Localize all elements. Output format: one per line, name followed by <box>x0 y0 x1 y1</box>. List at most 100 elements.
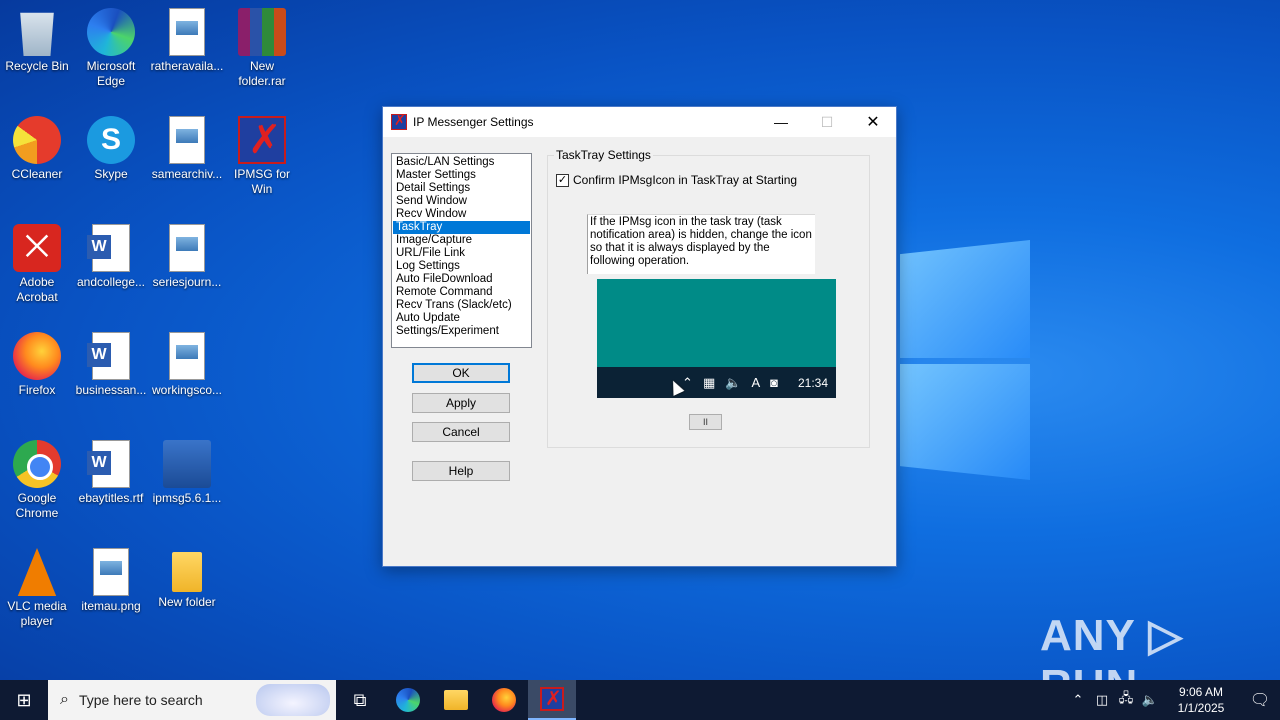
network-icon[interactable]: 🖧 <box>1114 689 1138 711</box>
windows-start-icon: ⊞ <box>16 689 32 710</box>
meet-now-icon[interactable]: ◫ <box>1090 692 1114 708</box>
clock-date: 1/1/2025 <box>1177 701 1225 715</box>
desktop-icon-seriesjourn[interactable]: seriesjourn... <box>150 224 224 290</box>
nav-item-recv-window[interactable]: Recv Window <box>393 208 530 221</box>
nav-item-auto-filedownload[interactable]: Auto FileDownload <box>393 273 530 286</box>
ok-button[interactable]: OK <box>412 363 510 383</box>
desktop-icon-new-folder[interactable]: New folder <box>150 548 224 610</box>
system-tray: ⌃ ◫ 🖧 🔈 9:06 AM 1/1/2025 🗨 <box>1066 680 1280 720</box>
taskbar-ipmsg[interactable] <box>528 680 576 720</box>
confirm-icon-checkbox-row[interactable]: ✓ Confirm IPMsgIcon in TaskTray at Start… <box>556 173 797 187</box>
nav-item-tasktray[interactable]: TaskTray <box>393 221 530 234</box>
desktop-icon-ipmsg[interactable]: IPMSG for Win <box>225 116 299 197</box>
taskbar: ⊞ ⌕ Type here to search ⧉ ⌃ ◫ 🖧 🔈 9:06 A… <box>0 680 1280 720</box>
show-hidden-icons-chevron-icon[interactable]: ⌃ <box>1066 692 1090 708</box>
word-document-icon <box>87 440 130 488</box>
nav-item-log-settings[interactable]: Log Settings <box>393 260 530 273</box>
apply-button[interactable]: Apply <box>412 393 510 413</box>
close-button[interactable]: ✕ <box>850 107 896 137</box>
desktop-icon-skype[interactable]: S Skype <box>74 116 148 182</box>
chrome-icon <box>13 440 61 488</box>
task-view-button[interactable]: ⧉ <box>336 680 384 720</box>
checkbox-label: Confirm IPMsgIcon in TaskTray at Startin… <box>573 173 798 187</box>
firefox-icon <box>13 332 61 380</box>
skype-icon: S <box>87 116 135 164</box>
chevron-up-icon: ⌃ <box>682 374 693 390</box>
file-explorer-icon <box>444 690 468 710</box>
notification-center-icon[interactable]: 🗨 <box>1240 690 1280 710</box>
nav-item-settings-experiment[interactable]: Settings/Experiment <box>393 325 530 338</box>
volume-icon[interactable]: 🔈 <box>1138 692 1162 708</box>
task-view-icon: ⧉ <box>353 689 367 710</box>
nav-item-basic-lan[interactable]: Basic/LAN Settings <box>393 156 530 169</box>
desktop-icon-workingsco[interactable]: workingsco... <box>150 332 224 398</box>
title-bar[interactable]: IP Messenger Settings — ☐ ✕ <box>383 107 896 137</box>
preview-clock: 21:34 <box>797 375 828 390</box>
nav-item-master[interactable]: Master Settings <box>393 169 530 182</box>
search-icon: ⌕ <box>60 691 69 708</box>
windows-logo-wallpaper <box>900 240 1030 480</box>
ipmsg-icon <box>391 112 407 130</box>
app-tray-icon: ◙ <box>770 375 778 390</box>
taskbar-edge[interactable] <box>384 680 432 720</box>
tasktray-preview-animation: ⌃ ▦ 🔈 A ◙ 21:34 <box>597 279 836 398</box>
group-label: TaskTray Settings <box>554 148 653 162</box>
desktop-icon-ratheravaila[interactable]: ratheravaila... <box>150 8 224 74</box>
nav-item-image-capture[interactable]: Image/Capture <box>393 234 530 247</box>
recycle-bin-icon <box>20 12 54 56</box>
description-text: If the IPMsg icon in the task tray (task… <box>587 214 815 274</box>
desktop-icon-new-folder-rar[interactable]: New folder.rar <box>225 8 299 89</box>
desktop-icon-samearchiv[interactable]: samearchiv... <box>150 116 224 182</box>
nav-item-recv-trans[interactable]: Recv Trans (Slack/etc) <box>393 299 530 312</box>
nav-item-detail[interactable]: Detail Settings <box>393 182 530 195</box>
folder-icon <box>172 552 202 592</box>
firefox-icon <box>492 688 516 712</box>
ipmsg-icon <box>238 116 286 164</box>
ipmsg-icon <box>540 686 564 711</box>
word-document-icon <box>87 224 130 272</box>
minimize-button[interactable]: — <box>758 107 804 137</box>
desktop-icon-itemau[interactable]: itemau.png <box>74 548 148 614</box>
tasktray-settings-group: TaskTray Settings ✓ Confirm IPMsgIcon in… <box>547 148 870 448</box>
cancel-button[interactable]: Cancel <box>412 422 510 442</box>
desktop-icon-google-chrome[interactable]: Google Chrome <box>0 440 74 521</box>
winrar-archive-icon <box>238 8 286 56</box>
taskbar-firefox[interactable] <box>480 680 528 720</box>
installer-icon <box>163 440 211 488</box>
word-document-icon <box>87 332 130 380</box>
ipmsg-settings-dialog: IP Messenger Settings — ☐ ✕ Basic/LAN Se… <box>382 106 897 567</box>
edge-icon <box>87 8 135 56</box>
edge-icon <box>396 688 420 712</box>
ime-icon: A <box>751 375 761 390</box>
desktop-icon-microsoft-edge[interactable]: Microsoft Edge <box>74 8 148 89</box>
search-highlight-image <box>256 684 330 716</box>
taskbar-file-explorer[interactable] <box>432 680 480 720</box>
desktop-icon-vlc[interactable]: VLC media player <box>0 548 74 629</box>
taskbar-search-box[interactable]: ⌕ Type here to search <box>48 680 336 720</box>
desktop-icon-firefox[interactable]: Firefox <box>0 332 74 398</box>
speaker-icon: 🔈 <box>725 374 742 390</box>
desktop-icon-recycle-bin[interactable]: Recycle Bin <box>0 8 74 74</box>
acrobat-icon: ⨉ <box>13 224 61 272</box>
desktop-icon-businessan[interactable]: businessan... <box>74 332 148 398</box>
clock-time: 9:06 AM <box>1178 685 1224 699</box>
nav-item-url-file-link[interactable]: URL/File Link <box>393 247 530 260</box>
desktop-icon-ipmsg-installer[interactable]: ipmsg5.6.1... <box>150 440 224 506</box>
help-button[interactable]: Help <box>412 461 510 481</box>
nav-item-send-window[interactable]: Send Window <box>393 195 530 208</box>
maximize-button[interactable]: ☐ <box>804 107 850 137</box>
desktop-icon-andcollege[interactable]: andcollege... <box>74 224 148 290</box>
nav-item-auto-update[interactable]: Auto Update <box>393 312 530 325</box>
pause-button[interactable]: II <box>689 414 722 430</box>
desktop-icon-ccleaner[interactable]: CCleaner <box>0 116 74 182</box>
settings-category-list[interactable]: Basic/LAN Settings Master Settings Detai… <box>391 153 532 348</box>
desktop-icon-ebaytitles[interactable]: ebaytitles.rtf <box>74 440 148 506</box>
desktop-icon-adobe-acrobat[interactable]: ⨉ Adobe Acrobat <box>0 224 74 305</box>
nav-item-remote-command[interactable]: Remote Command <box>393 286 530 299</box>
ccleaner-icon <box>13 116 61 164</box>
preview-taskbar: ⌃ ▦ 🔈 A ◙ 21:34 <box>597 367 836 398</box>
start-button[interactable]: ⊞ <box>0 680 48 720</box>
confirm-icon-checkbox[interactable]: ✓ <box>556 173 569 187</box>
taskbar-clock[interactable]: 9:06 AM 1/1/2025 <box>1162 684 1240 716</box>
dialog-title: IP Messenger Settings <box>413 115 534 129</box>
